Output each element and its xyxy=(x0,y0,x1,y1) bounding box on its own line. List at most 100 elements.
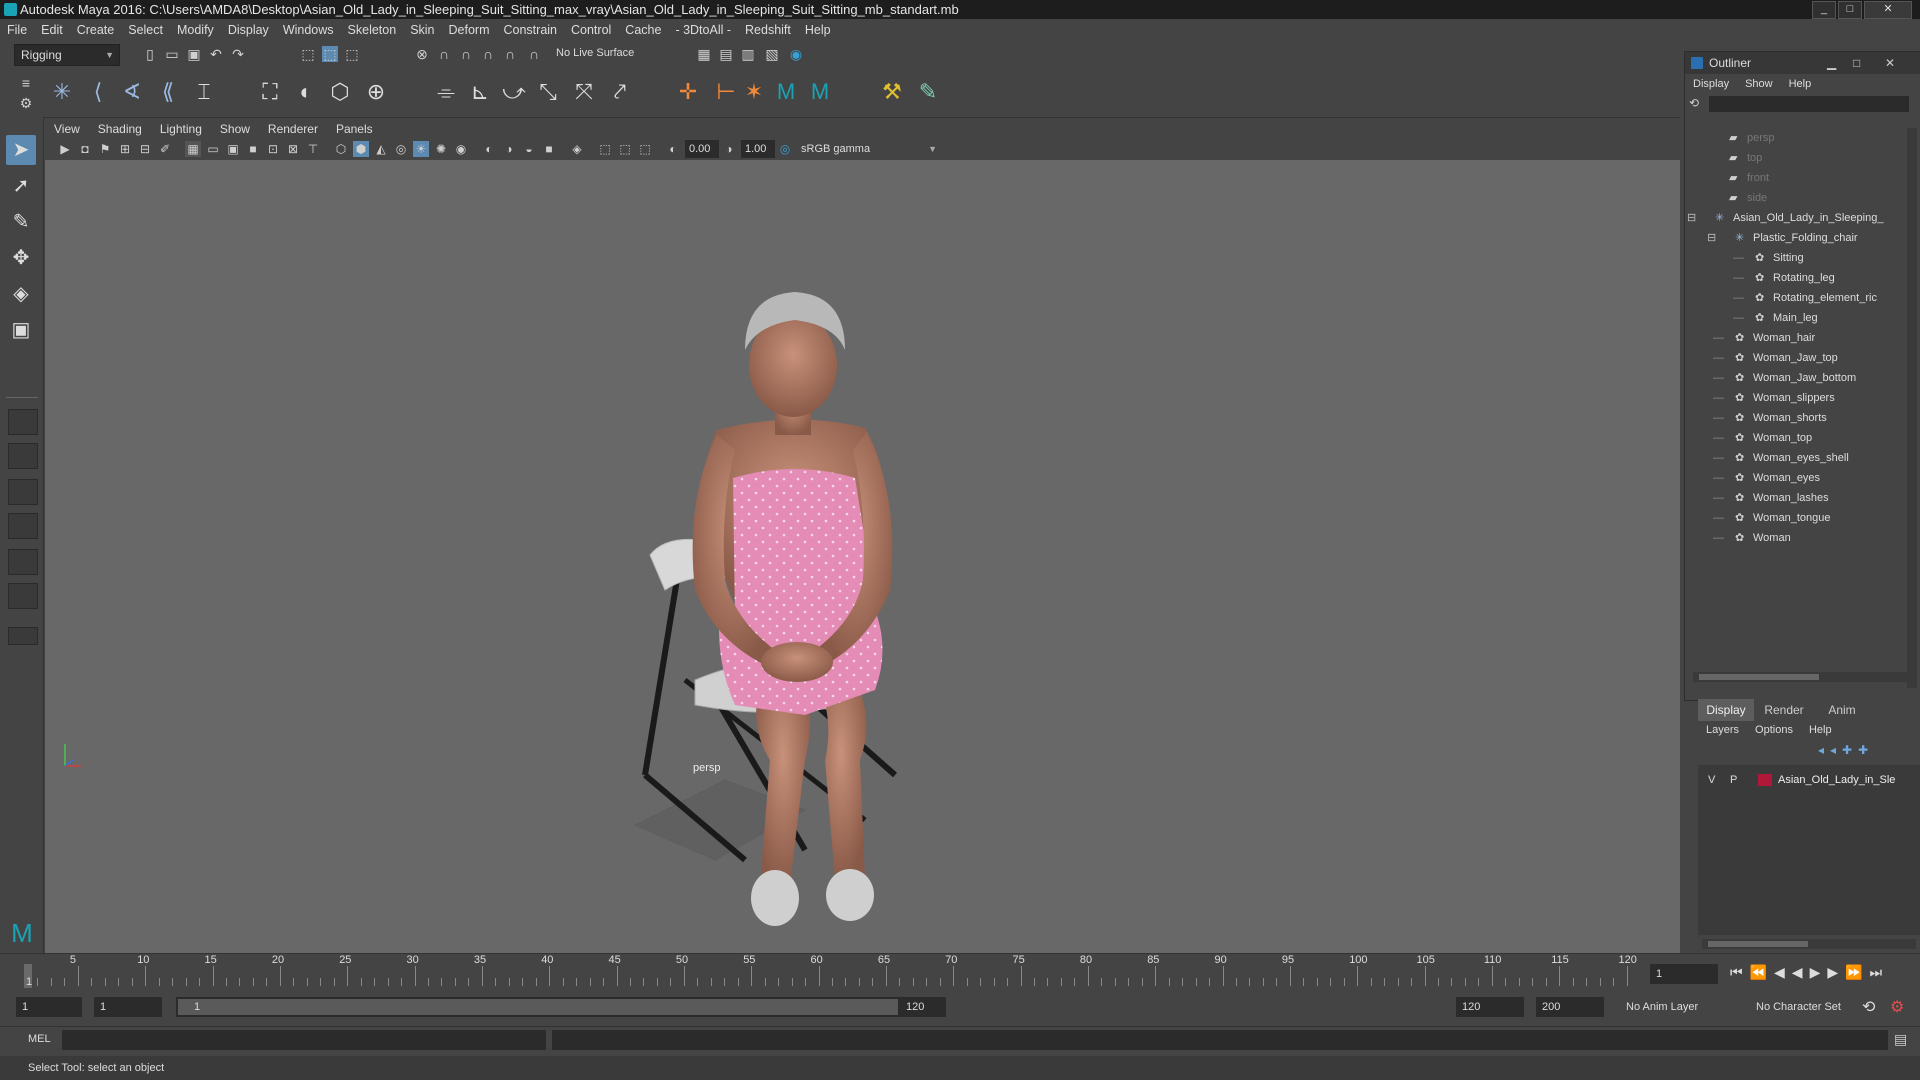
use-all-lights-icon[interactable]: ☀ xyxy=(413,141,429,157)
close-button[interactable]: ✕ xyxy=(1864,1,1912,19)
single-perspective-layout-button[interactable] xyxy=(8,409,38,435)
outliner-item[interactable]: — ✿ Woman_eyes_shell xyxy=(1685,448,1907,468)
layer-row[interactable]: V P Asian_Old_Lady_in_Sle xyxy=(1700,771,1918,789)
wireframe-on-shaded-icon[interactable]: ◭ xyxy=(373,141,389,157)
render-current-icon[interactable]: ▥ xyxy=(740,46,756,62)
xray-components-icon[interactable]: ⬚ xyxy=(617,141,633,157)
outliner-item[interactable]: ▰ persp xyxy=(1685,128,1907,148)
menu-create[interactable]: Create xyxy=(70,23,122,37)
menu-constrain[interactable]: Constrain xyxy=(497,23,565,37)
anim-layer-dropdown[interactable]: No Anim Layer xyxy=(1626,1001,1698,1013)
image-plane-icon[interactable]: ⊞ xyxy=(117,141,133,157)
menu-select[interactable]: Select xyxy=(121,23,170,37)
rotate-tool-icon[interactable]: ◈ xyxy=(6,279,36,309)
outliner-layout-button[interactable] xyxy=(8,583,38,609)
snap-point-icon[interactable]: ∩ xyxy=(458,46,474,62)
outliner-menu-show[interactable]: Show xyxy=(1737,78,1781,90)
save-scene-icon[interactable]: ▣ xyxy=(186,46,202,62)
paint-tool-icon[interactable]: ✎ xyxy=(914,79,942,105)
paint-select-icon[interactable]: ✎ xyxy=(6,207,36,237)
panel-menu-view[interactable]: View xyxy=(45,122,89,136)
layout-options-button[interactable] xyxy=(8,627,38,645)
panel-menu-renderer[interactable]: Renderer xyxy=(259,122,327,136)
outliner-item[interactable]: — ✿ Woman_Jaw_top xyxy=(1685,348,1907,368)
outliner-item[interactable]: ▰ side xyxy=(1685,188,1907,208)
xray-joints-icon[interactable]: ⬚ xyxy=(597,141,613,157)
menu-edit[interactable]: Edit xyxy=(34,23,70,37)
undo-icon[interactable]: ↶ xyxy=(208,46,224,62)
persp-graph-layout-button[interactable] xyxy=(8,513,38,539)
gamma-field[interactable]: 1.00 xyxy=(741,140,775,158)
menu-3dtoall[interactable]: - 3DtoAll - xyxy=(668,23,738,37)
menu-deform[interactable]: Deform xyxy=(442,23,497,37)
playback-controls[interactable]: ⏮⏪◀◀▶▶⏩⏭ xyxy=(1730,964,1916,984)
animation-start-field[interactable]: 1 xyxy=(16,997,82,1017)
move-tool-icon[interactable]: ✥ xyxy=(6,243,36,273)
isolate-select-icon[interactable]: ■ xyxy=(541,141,557,157)
time-ruler[interactable]: 5 10 15 20 25 30 35 40 45 50 55 60 65 70 75 80 85 90 95 100… xyxy=(24,954,1640,994)
time-slider[interactable]: 5 10 15 20 25 30 35 40 45 50 55 60 65 70 75 80 85 90 95 100… xyxy=(0,953,1920,994)
outliner-item[interactable]: — ✿ Sitting xyxy=(1685,248,1907,268)
tab-display[interactable]: Display xyxy=(1698,699,1754,721)
redo-icon[interactable]: ↷ xyxy=(230,46,246,62)
cluster-icon[interactable]: ⊕ xyxy=(362,79,390,105)
layer-menu-help[interactable]: Help xyxy=(1801,724,1840,736)
menu-skeleton[interactable]: Skeleton xyxy=(341,23,404,37)
menu-redshift[interactable]: Redshift xyxy=(738,23,798,37)
ik-fk-icon[interactable]: ⊢ xyxy=(712,79,740,105)
menu-cache[interactable]: Cache xyxy=(618,23,668,37)
lattice-icon[interactable]: ⬡ xyxy=(326,79,354,105)
script-language-label[interactable]: MEL xyxy=(28,1033,51,1045)
outliner-item[interactable]: ⊟ ✳ Asian_Old_Lady_in_Sleeping_ xyxy=(1685,208,1907,228)
menu-windows[interactable]: Windows xyxy=(276,23,341,37)
wireframe-icon[interactable]: ⬡ xyxy=(333,141,349,157)
close-button[interactable]: ✕ xyxy=(1885,52,1895,74)
outliner-item[interactable]: — ✿ Rotating_leg xyxy=(1685,268,1907,288)
snap-grid-icon[interactable]: ⊗ xyxy=(414,46,430,62)
shelf-menu-icon[interactable]: ≡ xyxy=(18,75,34,91)
paint-weights-icon[interactable]: ◐ xyxy=(292,79,320,105)
menu-modify[interactable]: Modify xyxy=(170,23,221,37)
render-view-icon[interactable]: ▤ xyxy=(718,46,734,62)
ambient-occlusion-icon[interactable]: ◉ xyxy=(453,141,469,157)
snap-view-icon[interactable]: ∩ xyxy=(480,46,496,62)
select-object-icon[interactable]: ⬚ xyxy=(322,46,338,62)
menu-set-dropdown[interactable]: Rigging ▼ xyxy=(14,44,120,66)
new-scene-icon[interactable]: ▯ xyxy=(142,46,158,62)
point-constraint-icon[interactable]: ⌯ xyxy=(432,79,460,105)
orient-constraint-icon[interactable]: ⤻ xyxy=(500,79,528,105)
maya-character-icon[interactable]: M xyxy=(806,79,834,105)
outliner-item[interactable]: — ✿ Woman_hair xyxy=(1685,328,1907,348)
layer-color-swatch[interactable] xyxy=(1758,774,1772,786)
layer-playback-toggle[interactable]: P xyxy=(1730,771,1737,789)
panel-menu-show[interactable]: Show xyxy=(211,122,259,136)
ik-handle-icon[interactable]: ⟨ xyxy=(84,79,112,105)
resolution-gate-icon[interactable]: ▣ xyxy=(225,141,241,157)
2d-pan-zoom-icon[interactable]: ⊟ xyxy=(137,141,153,157)
layer-visibility-toggle[interactable]: V xyxy=(1708,771,1715,789)
anti-aliasing-icon[interactable]: ◑ xyxy=(501,141,517,157)
collapse-icon[interactable]: ⊟ xyxy=(1707,228,1716,248)
shelf-settings-icon[interactable]: ⚙ xyxy=(18,95,34,111)
range-handle[interactable] xyxy=(178,999,898,1015)
menu-skin[interactable]: Skin xyxy=(403,23,441,37)
grid-icon[interactable]: ▦ xyxy=(185,141,201,157)
two-pane-layout-button[interactable] xyxy=(8,549,38,575)
hypershade-icon[interactable]: ◉ xyxy=(788,46,804,62)
layer-horizontal-scrollbar[interactable] xyxy=(1702,939,1916,949)
backface-cull-icon[interactable]: ⬚ xyxy=(637,141,653,157)
motion-blur-icon[interactable]: ◐ xyxy=(481,141,497,157)
character-set-dropdown[interactable]: No Character Set xyxy=(1756,1001,1841,1013)
playback-end-field[interactable]: 120 xyxy=(1456,997,1524,1017)
xray-icon[interactable]: ◈ xyxy=(569,141,585,157)
layer-menu-options[interactable]: Options xyxy=(1747,724,1801,736)
camera-select-icon[interactable]: ▶ xyxy=(57,141,73,157)
aim-constraint-icon[interactable]: ⊾ xyxy=(466,79,494,105)
pole-vector-icon[interactable]: ⤤ xyxy=(606,79,634,105)
outliner-item[interactable]: — ✿ Main_leg xyxy=(1685,308,1907,328)
outliner-menu-display[interactable]: Display xyxy=(1685,78,1737,90)
outliner-item[interactable]: — ✿ Woman_eyes xyxy=(1685,468,1907,488)
current-frame-field[interactable]: 1 xyxy=(1650,964,1718,984)
outliner-item[interactable]: — ✿ Woman_tongue xyxy=(1685,508,1907,528)
select-tool-icon[interactable]: ➤ xyxy=(6,135,36,165)
